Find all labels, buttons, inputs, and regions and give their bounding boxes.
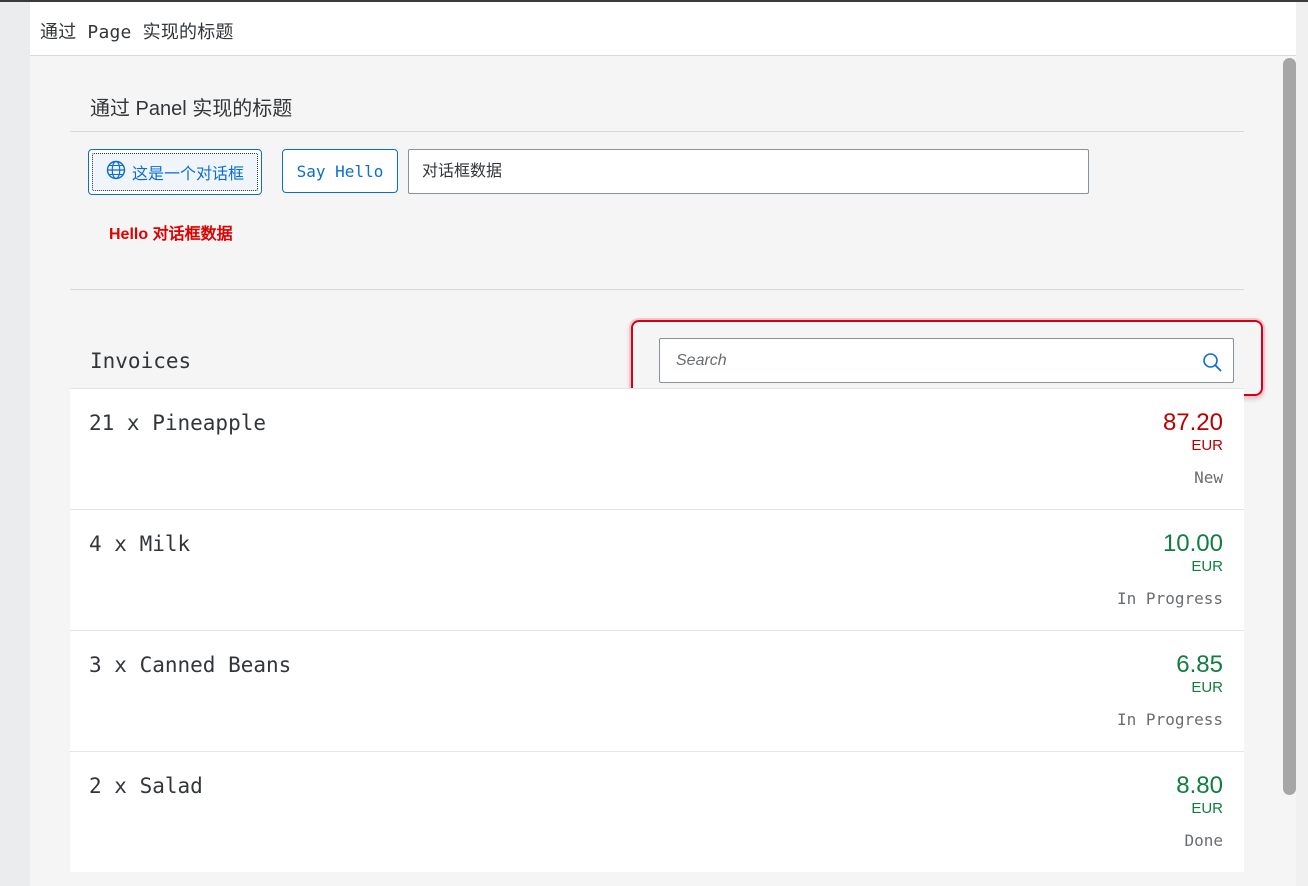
open-dialog-button-content: 这是一个对话框 bbox=[106, 160, 244, 185]
invoices-title: Invoices bbox=[90, 349, 192, 373]
invoice-search-field[interactable] bbox=[659, 338, 1234, 383]
invoice-list: 21 x Pineapple 87.20 EUR New 4 x Milk 10… bbox=[70, 388, 1244, 872]
invoice-amount: 8.80 bbox=[1176, 772, 1223, 799]
globe-icon bbox=[106, 160, 126, 185]
hello-message: Hello 对话框数据 bbox=[109, 226, 233, 243]
invoice-name: 21 x Pineapple bbox=[89, 411, 267, 435]
invoice-currency: EUR bbox=[1191, 800, 1223, 817]
scrollbar-thumb[interactable] bbox=[1283, 58, 1296, 795]
page-header: 通过 Page 实现的标题 bbox=[30, 2, 1296, 56]
invoice-amount: 6.85 bbox=[1176, 651, 1223, 678]
invoice-amount: 10.00 bbox=[1162, 530, 1223, 557]
invoice-row[interactable]: 2 x Salad 8.80 EUR Done bbox=[70, 751, 1244, 872]
search-icon[interactable] bbox=[1201, 351, 1223, 373]
open-dialog-button[interactable]: 这是一个对话框 bbox=[88, 149, 262, 195]
invoice-amount: 87.20 bbox=[1162, 409, 1223, 436]
section-divider bbox=[70, 289, 1244, 290]
invoice-status: In Progress bbox=[1117, 710, 1223, 729]
invoice-name: 3 x Canned Beans bbox=[89, 653, 292, 677]
left-gutter bbox=[0, 2, 30, 886]
invoice-status: Done bbox=[1184, 831, 1223, 850]
invoice-status: New bbox=[1194, 468, 1223, 487]
app-shell: 通过 Page 实现的标题 通过 Panel 实现的标题 这是一个对话框 Say… bbox=[30, 2, 1296, 886]
search-input[interactable] bbox=[660, 339, 1190, 382]
invoice-name: 2 x Salad bbox=[89, 774, 203, 798]
page-title: 通过 Page 实现的标题 bbox=[40, 22, 234, 43]
say-hello-button[interactable]: Say Hello bbox=[282, 149, 398, 193]
panel-divider bbox=[70, 131, 1244, 132]
invoice-row[interactable]: 3 x Canned Beans 6.85 EUR In Progress bbox=[70, 630, 1244, 751]
invoice-row[interactable]: 21 x Pineapple 87.20 EUR New bbox=[70, 388, 1244, 509]
dialog-data-input[interactable]: 对话框数据 bbox=[408, 149, 1089, 194]
invoice-row[interactable]: 4 x Milk 10.00 EUR In Progress bbox=[70, 509, 1244, 630]
panel-title: 通过 Panel 实现的标题 bbox=[90, 98, 293, 120]
invoice-name: 4 x Milk bbox=[89, 532, 191, 556]
invoice-status: In Progress bbox=[1117, 589, 1223, 608]
invoice-currency: EUR bbox=[1191, 679, 1223, 696]
scrollbar-track[interactable] bbox=[1296, 2, 1308, 886]
invoice-currency: EUR bbox=[1191, 437, 1223, 454]
invoice-currency: EUR bbox=[1191, 558, 1223, 575]
open-dialog-button-label: 这是一个对话框 bbox=[131, 166, 244, 183]
